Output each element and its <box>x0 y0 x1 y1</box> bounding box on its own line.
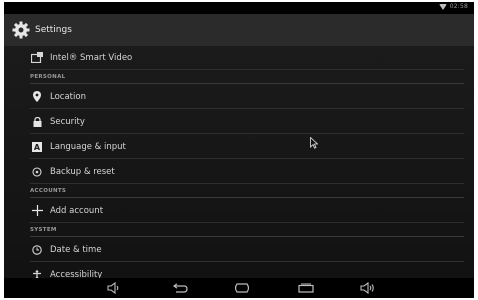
settings-item-label: Backup & reset <box>50 166 115 177</box>
settings-item-label: Add account <box>50 205 104 216</box>
volume-down-icon[interactable] <box>104 281 124 295</box>
settings-item-label: Security <box>50 116 85 127</box>
home-icon[interactable] <box>232 281 252 295</box>
plus-icon <box>30 204 44 218</box>
back-icon[interactable] <box>170 281 190 295</box>
clock-icon <box>30 243 44 257</box>
settings-item-accessibility[interactable]: Accessibility <box>30 263 464 278</box>
settings-item-smart-video[interactable]: Intel® Smart Video <box>30 46 464 70</box>
svg-text:A: A <box>34 143 41 152</box>
wifi-icon <box>438 3 447 10</box>
settings-item-label: Language & input <box>50 141 126 152</box>
status-icons: 02:58 <box>438 3 468 10</box>
navigation-bar <box>4 278 474 298</box>
settings-item-location[interactable]: Location <box>30 85 464 109</box>
accessibility-icon <box>30 268 44 278</box>
settings-item-label: Intel® Smart Video <box>50 52 133 63</box>
settings-item-language[interactable]: A Language & input <box>30 135 464 159</box>
gear-icon[interactable] <box>12 21 30 39</box>
settings-item-security[interactable]: Security <box>30 110 464 134</box>
keyboard-icon: A <box>30 140 44 154</box>
backup-restore-icon <box>30 165 44 179</box>
recent-apps-icon[interactable] <box>296 281 316 295</box>
settings-item-backup[interactable]: Backup & reset <box>30 160 464 184</box>
section-header-personal: PERSONAL <box>30 71 464 84</box>
settings-item-date-time[interactable]: Date & time <box>30 238 464 262</box>
status-clock: 02:58 <box>449 3 468 10</box>
volume-up-icon[interactable] <box>358 281 378 295</box>
settings-list[interactable]: Intel® Smart Video PERSONAL Location Sec… <box>4 46 474 278</box>
action-bar: Settings <box>4 14 474 46</box>
mouse-cursor-icon <box>310 134 319 149</box>
page-title: Settings <box>35 25 72 35</box>
section-header-system: SYSTEM <box>30 224 464 237</box>
settings-item-label: Location <box>50 91 86 102</box>
lock-icon <box>30 115 44 129</box>
section-header-accounts: ACCOUNTS <box>30 185 464 198</box>
settings-item-add-account[interactable]: Add account <box>30 199 464 223</box>
device-screen: 02:58 Settings Intel® Smart Video PERSON… <box>4 2 474 298</box>
settings-item-label: Accessibility <box>50 270 103 278</box>
location-pin-icon <box>30 90 44 104</box>
smart-video-icon <box>30 51 44 65</box>
settings-item-label: Date & time <box>50 244 102 255</box>
status-bar: 02:58 <box>4 2 474 14</box>
